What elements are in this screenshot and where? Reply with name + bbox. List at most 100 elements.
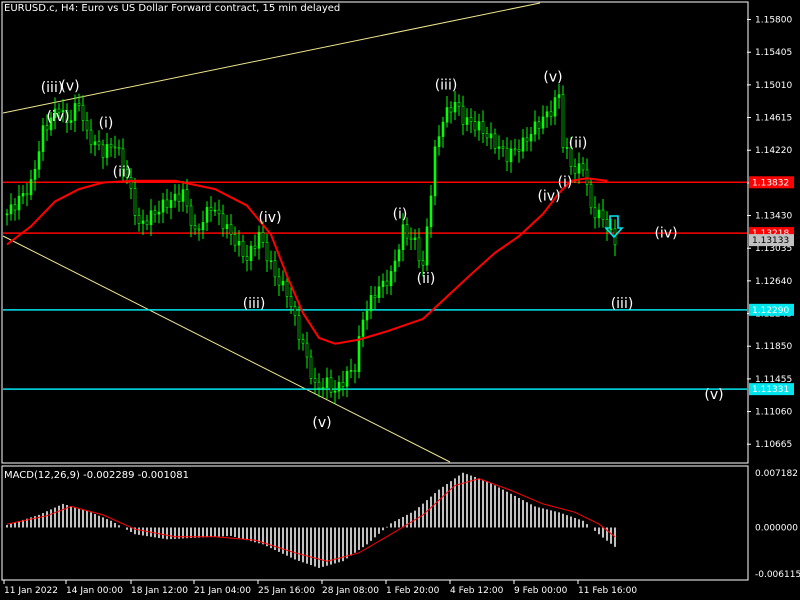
chart-background (0, 0, 800, 600)
candle-body (405, 224, 409, 239)
candle-body (341, 381, 345, 387)
candle-body (233, 234, 237, 246)
price-tick-label: 1.11060 (755, 408, 792, 418)
candle-body (313, 378, 317, 383)
candle-body (393, 260, 397, 272)
candle-body (573, 166, 577, 174)
price-tick-label: 1.14220 (755, 146, 792, 156)
wave-label[interactable]: (v) (312, 415, 331, 431)
candle-body (329, 377, 333, 393)
candle-body (285, 280, 289, 297)
candle-body (509, 148, 513, 163)
candle-body (193, 225, 197, 230)
candle-body (29, 179, 33, 196)
wave-label[interactable]: (i) (99, 116, 114, 132)
wave-label[interactable]: (iv) (654, 226, 677, 242)
candle-body (325, 377, 329, 388)
wave-label[interactable]: (i) (393, 207, 408, 223)
candle-body (9, 204, 13, 215)
candle-body (593, 207, 597, 219)
macd-tick-label: 0.000000 (755, 523, 798, 533)
price-tick-label: 1.11850 (755, 342, 792, 352)
candle-body (521, 137, 525, 152)
candle-body (501, 146, 505, 149)
wave-label[interactable]: (v) (543, 69, 562, 85)
wave-label[interactable]: (iii) (611, 296, 634, 312)
wave-label[interactable]: (iii) (243, 296, 266, 312)
candle-body (445, 107, 449, 123)
price-tick-label: 1.15010 (755, 81, 792, 91)
candle-body (477, 121, 481, 131)
candle-body (109, 144, 113, 148)
candle-body (497, 146, 501, 149)
candle-body (349, 370, 353, 372)
candle-body (33, 168, 37, 180)
candle-body (381, 280, 385, 288)
time-tick-label: 14 Jan 00:00 (66, 586, 123, 596)
candle-body (533, 121, 537, 135)
candle-body (77, 103, 81, 106)
wave-label[interactable]: (ii) (417, 271, 436, 287)
candle-body (157, 211, 161, 215)
candle-body (401, 224, 405, 251)
candle-body (525, 137, 529, 142)
candle-body (89, 129, 93, 146)
wave-label[interactable]: (iv) (537, 189, 560, 205)
price-tick-label: 1.14615 (755, 114, 792, 124)
wave-label[interactable]: (ii) (113, 165, 132, 181)
candle-body (261, 232, 265, 243)
candle-body (269, 260, 273, 262)
candle-body (113, 146, 117, 149)
wave-label[interactable]: (iv) (258, 210, 281, 226)
candle-body (69, 120, 73, 123)
wave-label[interactable]: (iv) (46, 109, 69, 125)
candle-body (449, 107, 453, 113)
candle-body (413, 237, 417, 241)
candle-body (133, 188, 137, 216)
candle-body (117, 147, 121, 150)
candle-body (465, 117, 469, 125)
candle-body (97, 141, 101, 146)
candle-body (241, 240, 245, 257)
candle-body (177, 193, 181, 202)
candle-body (201, 222, 205, 231)
candle-body (333, 390, 337, 393)
wave-label[interactable]: (v) (704, 387, 723, 403)
candle-body (185, 189, 189, 207)
chart-canvas[interactable]: (iii) (v) (iv) (i) (ii) (iv) (iii) (v) (i) (ii) (i… (0, 0, 800, 600)
candle-body (309, 356, 313, 379)
time-tick-label: 18 Jan 12:00 (131, 586, 188, 596)
candle-body (485, 133, 489, 139)
candle-body (553, 97, 557, 117)
candle-body (609, 228, 613, 231)
candle-body (549, 111, 553, 117)
candle-body (137, 215, 141, 224)
candle-body (253, 245, 257, 249)
candle-body (321, 387, 325, 389)
candle-body (297, 315, 301, 340)
price-tick-label: 1.10665 (755, 440, 792, 450)
candle-body (457, 102, 461, 107)
candle-body (505, 147, 509, 163)
candle-body (433, 146, 437, 197)
candle-body (489, 133, 493, 139)
candle-body (469, 117, 473, 122)
candle-body (437, 136, 441, 148)
candle-body (373, 295, 377, 298)
candle-body (17, 195, 21, 211)
candle-body (165, 199, 169, 208)
candle-body (245, 256, 249, 261)
wave-label[interactable]: (ii) (569, 136, 588, 152)
price-marker-label: 1.13832 (752, 178, 789, 188)
candle-body (229, 224, 233, 235)
candle-body (409, 237, 413, 241)
candle-body (493, 133, 497, 149)
candle-body (149, 210, 153, 226)
candle-body (21, 193, 25, 197)
macd-title: MACD(12,26,9) -0.002289 -0.001081 (4, 470, 189, 481)
candle-body (345, 371, 349, 387)
time-tick-label: 21 Jan 04:00 (194, 586, 251, 596)
wave-label[interactable]: (iii) (435, 78, 458, 94)
wave-label[interactable]: (v) (60, 79, 79, 95)
candle-body (181, 189, 185, 202)
